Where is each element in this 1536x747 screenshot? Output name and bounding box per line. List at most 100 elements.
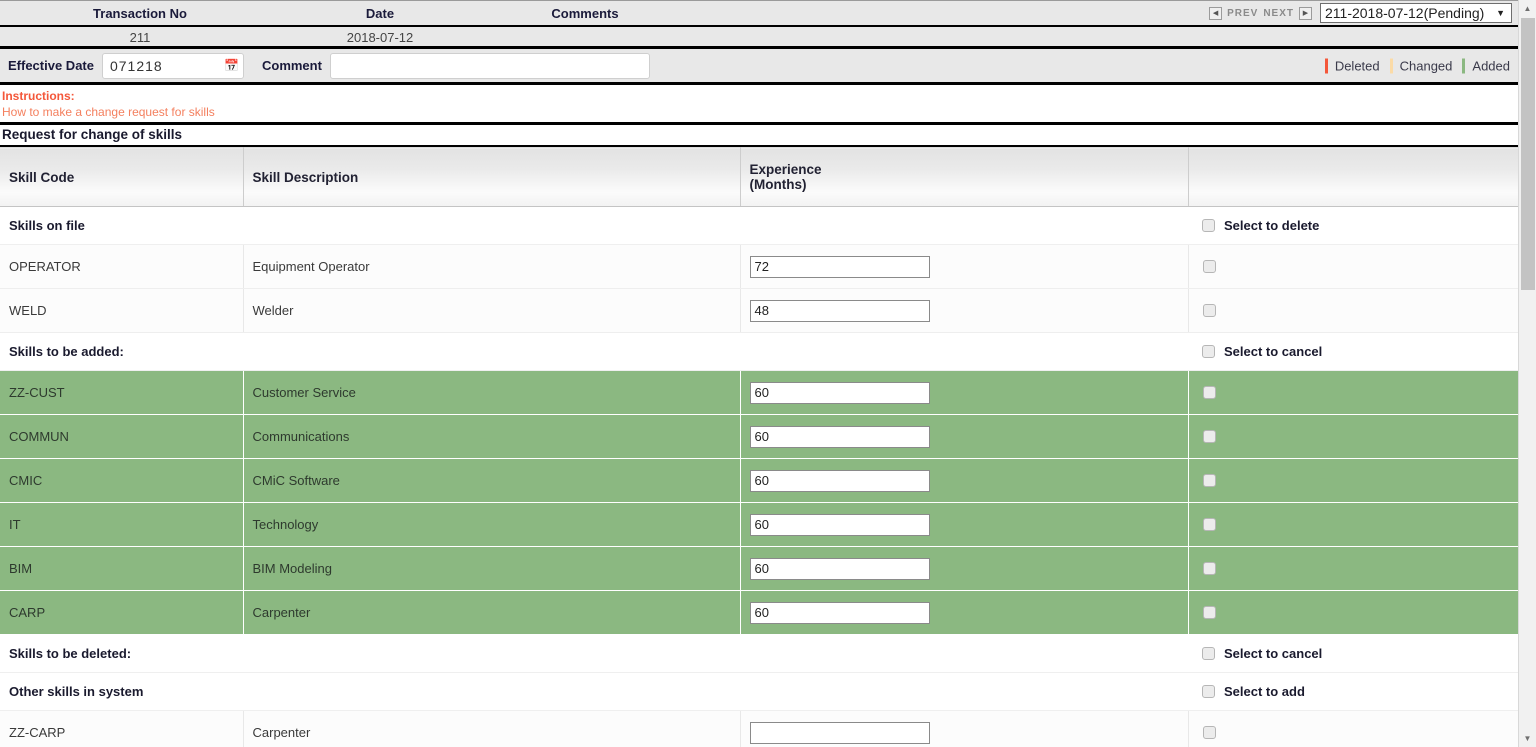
instructions-link[interactable]: How to make a change request for skills [2,104,1518,120]
calendar-icon[interactable]: 📅 [224,59,239,72]
row-select-checkbox[interactable] [1202,304,1216,317]
cell-experience: 60 [740,414,1189,459]
group-action-label: Select to cancel [1224,344,1323,359]
table-row: CMIC CMiC Software 60 [0,458,1518,503]
cell-skill-description: Carpenter [243,590,741,635]
group-action-checkbox[interactable] [1202,647,1215,660]
table-row: ZZ-CARP Carpenter [0,710,1518,747]
transaction-row: 211 2018-07-12 [0,27,1518,49]
row-select-checkbox[interactable] [1202,606,1216,619]
legend-item-deleted: Deleted [1324,58,1380,73]
comment-input[interactable] [329,52,650,79]
group-action-checkbox[interactable] [1202,685,1215,698]
chevron-down-icon: ▼ [1496,8,1505,18]
prev-arrow-icon[interactable]: ◀ [1209,6,1223,20]
cell-experience: 60 [740,458,1189,503]
vertical-scrollbar[interactable]: ▲ ▼ [1518,0,1536,747]
scrollbar-thumb[interactable] [1521,18,1535,290]
group-spacer-description [243,332,740,371]
table-row: WELD Welder 48 [0,288,1518,333]
cell-skill-code: COMMUN [0,414,244,459]
experience-input[interactable] [749,721,930,744]
cell-skill-description: Communications [243,414,741,459]
legend-item-changed: Changed [1389,58,1452,73]
transaction-select[interactable]: 211-2018-07-12(Pending) ▼ [1320,3,1512,23]
transaction-header-bar: Transaction No Date Comments ◀ PREV NEXT… [0,0,1518,27]
cell-action [1188,590,1518,635]
legend-color-deleted [1324,58,1328,73]
group-row-skills-to-be-added: Skills to be added: Select to cancel [0,332,1518,371]
group-action-cell: Select to cancel [1188,634,1518,673]
header-skill-description: Skill Description [243,147,741,207]
change-legend: Deleted Changed Added [1315,58,1510,73]
cell-skill-description: CMiC Software [243,458,741,503]
cell-skill-description: Equipment Operator [243,244,741,289]
cell-experience: 60 [740,370,1189,415]
row-select-checkbox[interactable] [1202,562,1216,575]
group-label: Skills to be deleted: [0,634,243,673]
table-row: ZZ-CUST Customer Service 60 [0,370,1518,415]
cell-experience [740,710,1189,747]
experience-input[interactable]: 60 [749,425,930,448]
group-spacer-description [243,634,740,673]
experience-input[interactable]: 60 [749,601,930,624]
cell-skill-code: BIM [0,546,244,591]
prev-button[interactable]: PREV [1227,8,1258,19]
cell-skill-code: ZZ-CARP [0,710,244,747]
cell-action [1188,710,1518,747]
transaction-navigation: ◀ PREV NEXT ▶ 211-2018-07-12(Pending) ▼ [1209,3,1512,23]
row-select-checkbox[interactable] [1202,518,1216,531]
next-arrow-icon[interactable]: ▶ [1299,6,1312,20]
row-select-checkbox[interactable] [1202,260,1216,273]
effective-date-input[interactable]: 071218 📅 [101,52,244,79]
cell-action [1188,370,1518,415]
cell-skill-description: BIM Modeling [243,546,741,591]
next-button[interactable]: NEXT [1263,8,1294,19]
cell-experience: 48 [740,288,1189,333]
group-action-cell: Select to add [1188,672,1518,711]
effective-date-bar: Effective Date 071218 📅 Comment Deleted … [0,49,1518,85]
group-row-skills-to-be-deleted: Skills to be deleted: Select to cancel [0,634,1518,673]
column-header-comments: Comments [551,6,619,21]
table-row: IT Technology 60 [0,502,1518,547]
experience-input[interactable]: 60 [749,513,930,536]
table-header-row: Skill Code Skill Description Experience … [0,147,1518,207]
page-title: Request for change of skills [0,125,1518,147]
scroll-up-arrow-icon[interactable]: ▲ [1519,0,1536,17]
legend-label-deleted: Deleted [1334,58,1380,73]
row-select-checkbox[interactable] [1202,726,1216,739]
experience-input[interactable]: 60 [749,381,930,404]
column-header-date: Date [365,6,395,21]
group-label: Skills to be added: [0,332,243,371]
group-action-label: Select to add [1224,684,1305,699]
content-area: Transaction No Date Comments ◀ PREV NEXT… [0,0,1518,747]
cell-experience: 60 [740,546,1189,591]
row-select-checkbox[interactable] [1202,386,1216,399]
header-skill-code: Skill Code [0,147,244,207]
effective-date-value: 071218 [109,57,163,74]
group-action-checkbox[interactable] [1202,219,1215,232]
group-spacer-experience [740,672,1188,711]
group-action-checkbox[interactable] [1202,345,1215,358]
experience-input[interactable]: 72 [749,255,930,278]
header-experience: Experience (Months) [740,147,1189,207]
cell-skill-description: Carpenter [243,710,741,747]
instructions-title: Instructions: [2,89,75,103]
header-experience-line2: (Months) [749,177,807,192]
experience-input[interactable]: 60 [749,469,930,492]
legend-item-added: Added [1462,58,1510,73]
scroll-down-arrow-icon[interactable]: ▼ [1519,730,1536,747]
group-row-other-skills-in-system: Other skills in system Select to add [0,672,1518,711]
header-actions [1188,147,1518,207]
row-select-checkbox[interactable] [1202,474,1216,487]
experience-input[interactable]: 60 [749,557,930,580]
cell-skill-code: OPERATOR [0,244,244,289]
row-select-checkbox[interactable] [1202,430,1216,443]
experience-input[interactable]: 48 [749,299,930,322]
table-row: BIM BIM Modeling 60 [0,546,1518,591]
skills-table: Skill Code Skill Description Experience … [0,147,1518,747]
group-row-skills-on-file: Skills on file Select to delete [0,206,1518,245]
effective-date-label: Effective Date [8,58,94,73]
cell-skill-code: ZZ-CUST [0,370,244,415]
cell-skill-description: Welder [243,288,741,333]
